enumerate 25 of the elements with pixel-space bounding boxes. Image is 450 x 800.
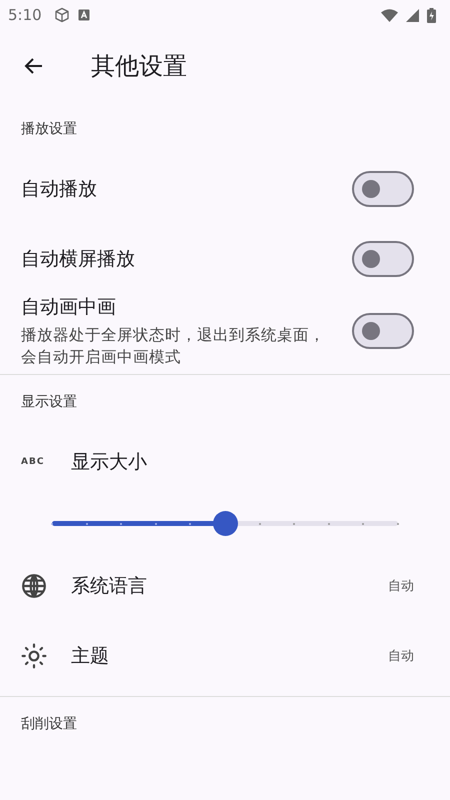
globe-icon	[21, 572, 47, 599]
setting-label: 自动画中画	[21, 295, 117, 320]
section-header: 显示设置	[20, 392, 78, 412]
toggle-switch[interactable]	[352, 171, 414, 207]
section-header: 播放设置	[20, 120, 78, 139]
setting-label: 自动播放	[21, 177, 98, 202]
status-time: 5:10	[8, 6, 42, 24]
setting-value: 自动	[388, 578, 414, 595]
signal-icon	[406, 8, 419, 22]
battery-icon	[427, 8, 436, 22]
toggle-switch[interactable]	[352, 313, 414, 350]
cube-icon	[54, 7, 70, 23]
text-size-icon: ABC	[21, 456, 47, 467]
setting-description: 播放器处于全屏状态时，退出到系统桌面，会自动开启画中画模式	[21, 325, 326, 368]
sun-icon	[21, 642, 47, 669]
setting-value: 自动	[388, 648, 414, 665]
page-title: 其他设置	[91, 51, 187, 82]
toggle-switch[interactable]	[352, 241, 414, 277]
setting-label: 主题	[71, 644, 110, 669]
notification-icon	[78, 9, 90, 21]
setting-label: 显示大小	[71, 450, 147, 475]
setting-label: 自动横屏播放	[21, 247, 136, 272]
wifi-icon	[381, 8, 398, 22]
setting-label: 系统语言	[71, 574, 148, 599]
section-header: 刮削设置	[20, 714, 78, 734]
